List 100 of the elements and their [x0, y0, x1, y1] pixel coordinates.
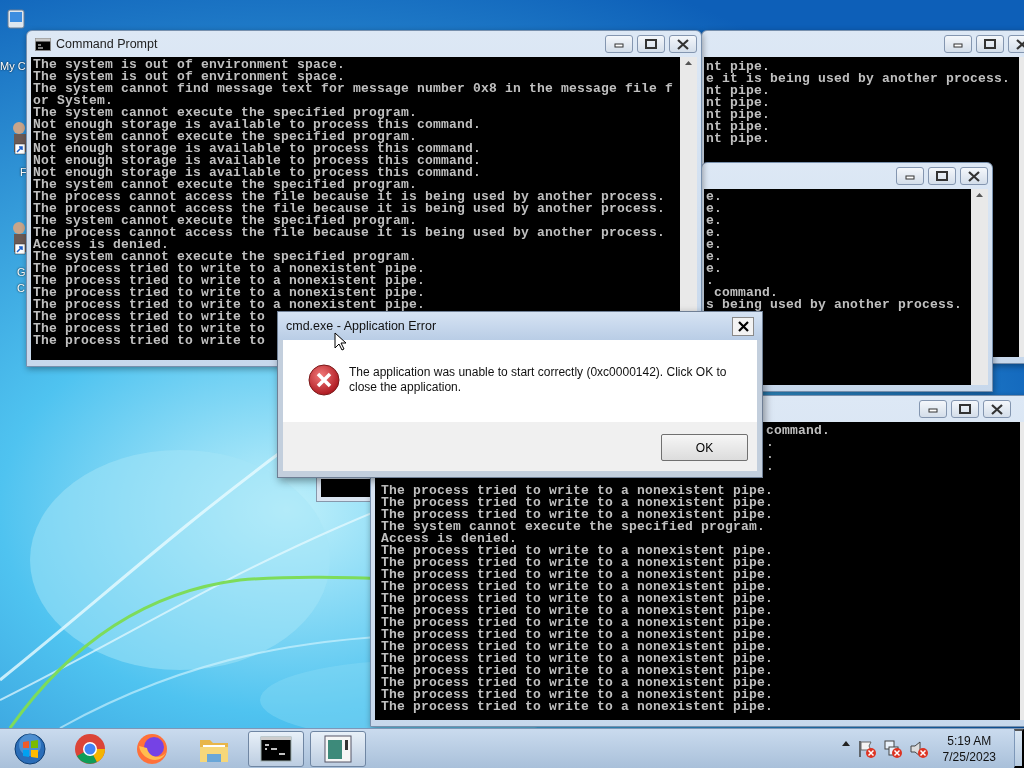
- scrollbar[interactable]: [971, 189, 988, 385]
- console-line: The process tried to write to a nonexistent pipe.: [381, 677, 774, 689]
- console-line: Access is denied.: [33, 239, 170, 251]
- console-line: The process tried to write to a nonexistent pipe.: [33, 275, 426, 287]
- console-line: The process cannot access the file because it is being used by another process.: [33, 227, 666, 239]
- console-line: The process tried to write to a nonexistent pipe.: [381, 629, 774, 641]
- console-line: The process tried to write to a nonexistent pipe.: [381, 641, 774, 653]
- show-desktop-button[interactable]: [1014, 729, 1024, 768]
- console-line: command.: [713, 287, 778, 299]
- console-line: The process tried to write to a nonexistent pipe.: [381, 665, 774, 677]
- error-message: The application was unable to start correctly (0xc0000142). Click OK to close the application.: [349, 365, 728, 395]
- close-button[interactable]: [732, 316, 754, 336]
- console-line: The process tried to write to a nonexistent pipe.: [33, 299, 426, 311]
- error-icon: [308, 364, 340, 396]
- console-line: The process tried to write to a nonexistent pipe.: [381, 485, 774, 497]
- console-line: nt pipe.: [706, 121, 770, 133]
- console-line: Not enough storage is available to process this command.: [33, 167, 482, 179]
- maximize-button[interactable]: [928, 167, 956, 185]
- console-line: e.: [706, 203, 722, 215]
- console-line: The system cannot find message text for message number 0x8 in the message file f: [33, 83, 674, 95]
- console-line: e.: [706, 251, 722, 263]
- dialog-title: cmd.exe - Application Error: [286, 319, 437, 333]
- console-line: Access is denied.: [381, 533, 518, 545]
- console-line: nt pipe.: [706, 97, 770, 109]
- console-line: e it is being used by another process.: [706, 73, 1011, 85]
- console-line: e.: [706, 263, 722, 275]
- maximize-button[interactable]: [951, 400, 979, 418]
- fox-browser-icon: [135, 731, 169, 766]
- console-line: The process tried to write to a nonexistent pipe.: [381, 497, 774, 509]
- console-line: The process tried to write to a nonexistent pipe.: [381, 605, 774, 617]
- console-line: The system cannot execute the specified program.: [33, 179, 418, 191]
- scroll-up-icon[interactable]: [684, 60, 693, 66]
- close-button[interactable]: [983, 400, 1011, 418]
- console-line: e.: [706, 191, 722, 203]
- taskbar-button[interactable]: [248, 730, 304, 767]
- console-line: The system cannot execute the specified program.: [381, 521, 766, 533]
- console-line: The process tried to write to a nonexistent pipe.: [381, 593, 774, 605]
- browser-icon: [73, 731, 107, 766]
- console-line: e.: [706, 215, 722, 227]
- icon-label: G C: [16, 265, 25, 296]
- console-line: .: [766, 437, 774, 449]
- console-line: The process tried to write to a nonexistent pipe.: [381, 569, 774, 581]
- close-icon: [966, 169, 982, 183]
- close-icon: [736, 319, 750, 333]
- maximize-button[interactable]: [976, 35, 1004, 53]
- console-line: The process tried to write to: [33, 311, 266, 323]
- console-line: The process tried to write to a nonexistent pipe.: [381, 545, 774, 557]
- console-line: s being used by another process.: [706, 299, 963, 311]
- start-orb-icon: [13, 731, 47, 766]
- console-line: .: [706, 275, 714, 287]
- console-line: e.: [706, 227, 722, 239]
- network-icon[interactable]: [882, 738, 903, 759]
- console-line: The system is out of environment space.: [33, 71, 346, 83]
- maximize-icon: [934, 169, 950, 183]
- console-line: The system cannot execute the specified program.: [33, 107, 418, 119]
- console-line: The process tried to write to a nonexistent pipe.: [381, 617, 774, 629]
- console-line: nt pipe.: [706, 109, 770, 121]
- console-line: nt pipe.: [706, 61, 770, 73]
- close-icon: [989, 402, 1005, 416]
- icon-label: My C: [0, 59, 26, 74]
- console-line: The system cannot execute the specified program.: [33, 251, 418, 263]
- console-line: The process cannot access the file because it is being used by another process.: [33, 191, 666, 203]
- speaker-icon[interactable]: [908, 738, 929, 759]
- clock-date: 7/25/2023: [942, 748, 996, 765]
- ok-button[interactable]: OK: [661, 434, 748, 461]
- console-line: The process tried to write to a nonexistent pipe.: [381, 701, 774, 713]
- clock[interactable]: 5:19 AM 7/25/2023: [942, 732, 996, 765]
- console-line: nt pipe.: [706, 133, 770, 145]
- console-line: The process tried to write to a nonexistent pipe.: [381, 653, 774, 665]
- close-icon: [675, 37, 691, 51]
- console-line: e.: [706, 239, 722, 251]
- console-line: Not enough storage is available to process this command.: [33, 119, 482, 131]
- maximize-icon: [957, 402, 973, 416]
- console-line: The process tried to write to: [33, 323, 266, 335]
- icon-label: F: [19, 165, 26, 180]
- console-line: The process tried to write to: [33, 335, 266, 347]
- console-line: The process tried to write to a nonexistent pipe.: [381, 557, 774, 569]
- console-line: The process tried to write to a nonexistent pipe.: [33, 263, 426, 275]
- close-button[interactable]: [960, 167, 988, 185]
- console-icon: [35, 37, 51, 51]
- console-line: .: [766, 461, 774, 473]
- console-line: The process tried to write to a nonexistent pipe.: [381, 581, 774, 593]
- clock-time: 5:19 AM: [947, 732, 992, 749]
- console-line: The process tried to write to a nonexistent pipe.: [381, 689, 774, 701]
- console-line: The system is out of environment space.: [33, 59, 346, 71]
- console-line: .: [766, 449, 774, 461]
- console-line: command.: [766, 425, 830, 437]
- window-title: Command Prompt: [56, 37, 158, 51]
- maximize-button[interactable]: [637, 35, 665, 53]
- maximize-icon: [643, 37, 659, 51]
- console-line: The system cannot execute the specified program.: [33, 131, 418, 143]
- console-line: or System.: [33, 95, 113, 107]
- flag-icon[interactable]: [856, 738, 877, 759]
- scroll-up-icon[interactable]: [975, 192, 984, 198]
- console-line: The process tried to write to a nonexistent pipe.: [381, 509, 774, 521]
- console-line: The process tried to write to a nonexistent pipe.: [33, 287, 426, 299]
- console-line: The process cannot access the file because it is being used by another process.: [33, 203, 666, 215]
- console-line: The system cannot execute the specified program.: [33, 215, 418, 227]
- console-line: nt pipe.: [706, 85, 770, 97]
- close-button[interactable]: [669, 35, 697, 53]
